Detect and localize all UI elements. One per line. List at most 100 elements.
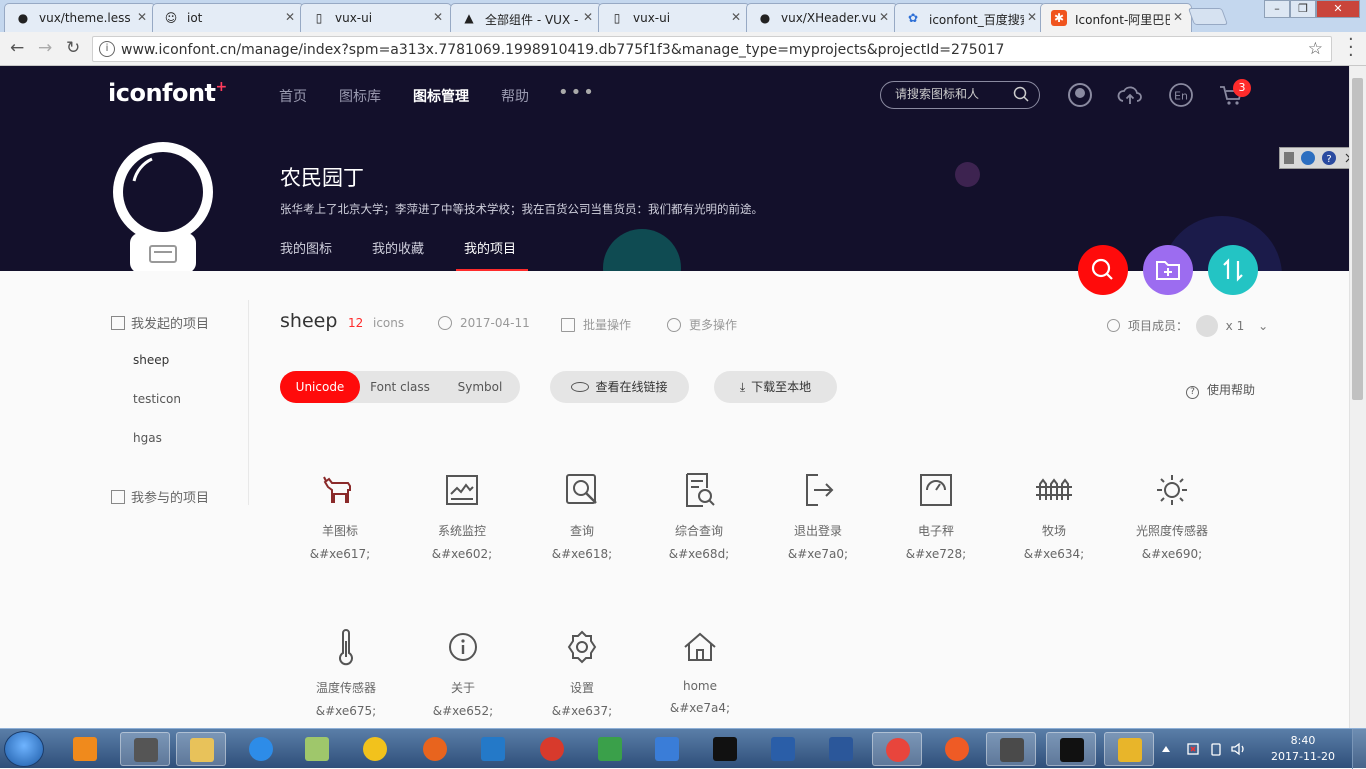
scrollbar-thumb[interactable] [1352, 78, 1363, 400]
tab-my-icons[interactable]: 我的图标 [280, 238, 332, 257]
fab-search-button[interactable] [1078, 245, 1128, 295]
icon-card-document-search[interactable]: 综合查询 &#xe68d; [640, 470, 758, 561]
batch-operations-button[interactable]: 批量操作 [561, 316, 631, 333]
info-icon[interactable]: i [99, 41, 115, 57]
app-m-taskbar-icon[interactable] [120, 732, 170, 766]
tab-close-icon[interactable]: ✕ [285, 10, 295, 24]
iconfont-logo[interactable]: iconfont+ [108, 79, 227, 107]
fab-add-project-button[interactable] [1143, 245, 1193, 295]
bookmark-star-icon[interactable]: ☆ [1308, 39, 1323, 59]
ime-toolbar[interactable]: ? [1279, 147, 1357, 169]
tab-my-favorites[interactable]: 我的收藏 [372, 238, 424, 257]
sublime-taskbar-icon[interactable] [986, 732, 1036, 766]
tab-my-projects[interactable]: 我的项目 [464, 238, 516, 257]
language-icon[interactable]: En [1168, 82, 1194, 108]
icon-card-home[interactable]: home &#xe7a4; [641, 627, 759, 715]
app-blue-taskbar-icon[interactable] [642, 732, 692, 766]
icon-card-logout[interactable]: 退出登录 &#xe7a0; [759, 470, 877, 561]
icon-card-scale[interactable]: 电子秤 &#xe728; [877, 470, 995, 561]
search-tool-taskbar-icon[interactable] [1104, 732, 1154, 766]
start-button[interactable] [4, 731, 44, 767]
browser-tab[interactable]: ✿ iconfont_百度搜索 ✕ [894, 3, 1046, 32]
address-bar[interactable]: i www.iconfont.cn/manage/index?spm=a313x… [92, 36, 1332, 62]
tab-close-icon[interactable]: ✕ [137, 10, 147, 24]
search-icon[interactable] [1013, 86, 1029, 102]
minimize-icon[interactable]: – [1264, 0, 1290, 18]
icon-card-ranch[interactable]: 牧场 &#xe634; [995, 470, 1113, 561]
header-search[interactable] [880, 81, 1040, 109]
browser-tab[interactable]: ▲ 全部组件 - VUX - ✕ [450, 3, 602, 32]
new-tab-button[interactable] [1187, 8, 1229, 25]
mode-symbol[interactable]: Symbol [440, 371, 520, 403]
browser-tab[interactable]: ● vux/theme.less a ✕ [4, 3, 156, 32]
back-icon[interactable]: ← [10, 38, 24, 58]
nav-more-icon[interactable]: ••• [558, 82, 596, 103]
user-avatar[interactable] [112, 141, 214, 271]
url-text[interactable]: www.iconfont.cn/manage/index?spm=a313x.7… [121, 42, 1004, 58]
icon-card-light-sensor[interactable]: 光照度传感器 &#xe690; [1113, 470, 1231, 561]
sidebar-joined-projects-header[interactable]: 我参与的项目 [111, 487, 209, 506]
chevron-down-icon[interactable]: ⌄ [1258, 319, 1268, 333]
browser-tab[interactable]: ▯ vux-ui ✕ [598, 3, 750, 32]
fab-sort-button[interactable] [1208, 245, 1258, 295]
word-taskbar-icon[interactable] [816, 732, 866, 766]
tab-label: vux-ui [633, 11, 671, 25]
mode-font-class[interactable]: Font class [360, 371, 440, 403]
nav-home[interactable]: 首页 [279, 86, 307, 106]
app-red-taskbar-icon[interactable] [527, 732, 577, 766]
tab-close-icon[interactable]: ✕ [1173, 10, 1183, 24]
mode-unicode[interactable]: Unicode [280, 371, 360, 403]
forward-icon[interactable]: → [38, 38, 52, 58]
firefox-taskbar-icon[interactable] [410, 732, 460, 766]
browser-tab-active[interactable]: ✱ Iconfont-阿里巴巴 ✕ [1040, 3, 1192, 32]
upload-cloud-icon[interactable] [1117, 82, 1143, 108]
browser-tab[interactable]: ▯ vux-ui ✕ [300, 3, 452, 32]
icon-card-thermometer[interactable]: 温度传感器 &#xe675; [287, 627, 405, 718]
explorer-taskbar-icon[interactable] [176, 732, 226, 766]
nav-help[interactable]: 帮助 [501, 86, 529, 106]
notepad-taskbar-icon[interactable] [292, 732, 342, 766]
download-button[interactable]: ⤓ 下载至本地 [714, 371, 837, 403]
nav-icon-library[interactable]: 图标库 [339, 86, 381, 106]
icon-card-monitor[interactable]: 系统监控 &#xe602; [403, 470, 521, 561]
reload-icon[interactable]: ↻ [66, 38, 80, 58]
browser-tab[interactable]: ☺ iot ✕ [152, 3, 304, 32]
view-online-link-button[interactable]: 查看在线链接 [550, 371, 689, 403]
user-avatar-icon[interactable] [1067, 82, 1093, 108]
search-input[interactable] [895, 87, 1005, 101]
app-green-taskbar-icon[interactable] [585, 732, 635, 766]
vscode-taskbar-icon[interactable] [468, 732, 518, 766]
media-player-taskbar-icon[interactable] [60, 732, 110, 766]
intellij-taskbar-icon[interactable] [700, 732, 750, 766]
sidebar-project-testicon[interactable]: testicon [133, 392, 181, 406]
menu-icon[interactable]: · · · [1348, 31, 1354, 65]
close-window-icon[interactable]: ✕ [1316, 0, 1360, 18]
goat-icon [323, 476, 351, 503]
project-members[interactable]: 项目成员： x 1 ⌄ [1107, 315, 1268, 337]
postman-taskbar-icon[interactable] [932, 732, 982, 766]
show-desktop-button[interactable] [1352, 729, 1366, 769]
sidebar-project-hgas[interactable]: hgas [133, 431, 162, 445]
tab-close-icon[interactable]: ✕ [583, 10, 593, 24]
ie-taskbar-icon[interactable] [236, 732, 286, 766]
usage-help-link[interactable]: ? 使用帮助 [1186, 381, 1255, 399]
nav-icon-manage[interactable]: 图标管理 [413, 86, 469, 106]
maximize-icon[interactable]: ❐ [1290, 0, 1316, 18]
more-operations-button[interactable]: 更多操作 [667, 316, 737, 333]
tab-close-icon[interactable]: ✕ [879, 10, 889, 24]
cmd-taskbar-icon[interactable] [1046, 732, 1096, 766]
icon-card-settings[interactable]: 设置 &#xe637; [523, 627, 641, 718]
taskbar-clock[interactable]: 8:40 2017-11-20 [1268, 733, 1338, 765]
sidebar-project-sheep[interactable]: sheep [133, 353, 169, 367]
icon-card-search[interactable]: 查询 &#xe618; [523, 470, 641, 561]
system-tray[interactable] [1160, 741, 1256, 760]
qq-taskbar-icon[interactable] [350, 732, 400, 766]
tab-close-icon[interactable]: ✕ [1027, 10, 1037, 24]
tab-close-icon[interactable]: ✕ [433, 10, 443, 24]
icon-card-goat[interactable]: 羊图标 &#xe617; [281, 470, 399, 561]
powershell-taskbar-icon[interactable] [758, 732, 808, 766]
browser-tab[interactable]: ● vux/XHeader.vue ✕ [746, 3, 898, 32]
tab-close-icon[interactable]: ✕ [731, 10, 741, 24]
chrome-taskbar-icon[interactable] [872, 732, 922, 766]
icon-card-info[interactable]: 关于 &#xe652; [404, 627, 522, 718]
